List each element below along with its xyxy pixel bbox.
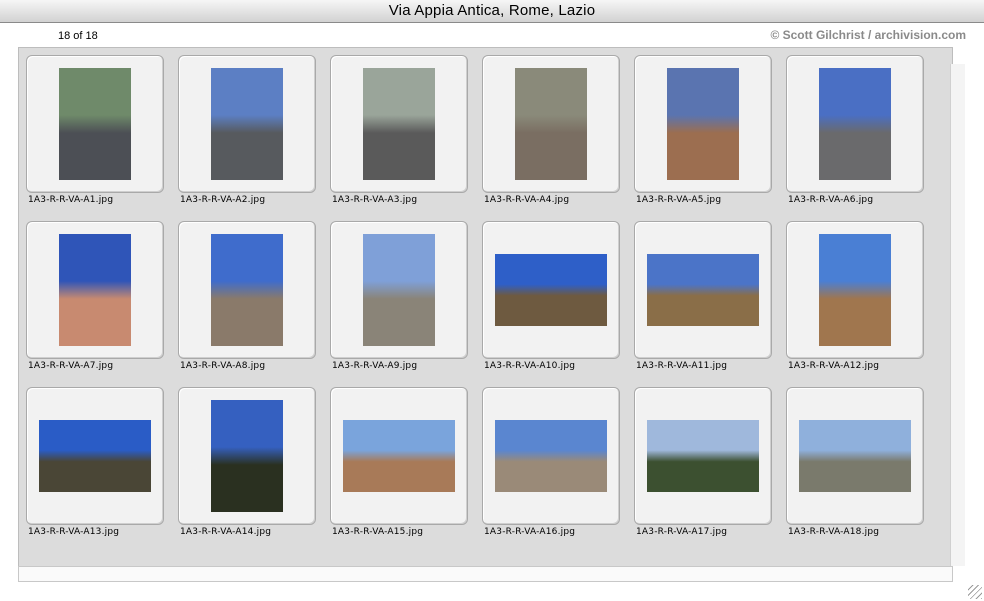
photo-thumbnail[interactable] (819, 234, 891, 346)
slide-frame[interactable] (634, 55, 772, 193)
thumbnail-item[interactable]: 1A3-R-R-VA-A8.jpg (178, 221, 318, 381)
slide-frame[interactable] (26, 387, 164, 525)
file-name-label: 1A3-R-R-VA-A6.jpg (788, 195, 874, 205)
photo-thumbnail[interactable] (819, 68, 891, 180)
thumbnail-item[interactable]: 1A3-R-R-VA-A16.jpg (482, 387, 622, 547)
slide-frame[interactable] (26, 221, 164, 359)
thumbnail-item[interactable]: 1A3-R-R-VA-A18.jpg (786, 387, 926, 547)
thumbnail-item[interactable]: 1A3-R-R-VA-A17.jpg (634, 387, 774, 547)
file-name-label: 1A3-R-R-VA-A4.jpg (484, 195, 570, 205)
slide-frame[interactable] (330, 221, 468, 359)
thumbnail-item[interactable]: 1A3-R-R-VA-A11.jpg (634, 221, 774, 381)
photo-thumbnail[interactable] (799, 420, 911, 492)
photo-thumbnail[interactable] (363, 68, 435, 180)
photo-thumbnail[interactable] (39, 420, 151, 492)
window-title: Via Appia Antica, Rome, Lazio (388, 2, 596, 19)
photo-thumbnail[interactable] (495, 420, 607, 492)
slide-frame[interactable] (634, 387, 772, 525)
slide-frame[interactable] (482, 221, 620, 359)
photo-thumbnail[interactable] (667, 68, 739, 180)
thumbnail-item[interactable]: 1A3-R-R-VA-A4.jpg (482, 55, 622, 215)
slide-frame[interactable] (786, 55, 924, 193)
slide-frame[interactable] (26, 55, 164, 193)
photo-thumbnail[interactable] (59, 234, 131, 346)
file-name-label: 1A3-R-R-VA-A8.jpg (180, 361, 266, 371)
thumbnail-item[interactable]: 1A3-R-R-VA-A2.jpg (178, 55, 318, 215)
thumbnail-item[interactable]: 1A3-R-R-VA-A14.jpg (178, 387, 318, 547)
file-name-label: 1A3-R-R-VA-A15.jpg (332, 527, 424, 537)
info-bar: 18 of 18 © Scott Gilchrist / archivision… (0, 23, 984, 47)
thumbnail-item[interactable]: 1A3-R-R-VA-A5.jpg (634, 55, 774, 215)
thumbnail-item[interactable]: 1A3-R-R-VA-A3.jpg (330, 55, 470, 215)
slide-frame[interactable] (178, 55, 316, 193)
slide-frame[interactable] (178, 221, 316, 359)
file-name-label: 1A3-R-R-VA-A7.jpg (28, 361, 114, 371)
photo-thumbnail[interactable] (647, 420, 759, 492)
photo-thumbnail[interactable] (59, 68, 131, 180)
file-name-label: 1A3-R-R-VA-A16.jpg (484, 527, 576, 537)
thumbnail-item[interactable]: 1A3-R-R-VA-A13.jpg (26, 387, 166, 547)
file-name-label: 1A3-R-R-VA-A10.jpg (484, 361, 576, 371)
file-name-label: 1A3-R-R-VA-A14.jpg (180, 527, 272, 537)
slide-frame[interactable] (330, 55, 468, 193)
slide-frame[interactable] (178, 387, 316, 525)
thumbnail-item[interactable]: 1A3-R-R-VA-A7.jpg (26, 221, 166, 381)
thumbnail-item[interactable]: 1A3-R-R-VA-A15.jpg (330, 387, 470, 547)
slide-frame[interactable] (482, 387, 620, 525)
copyright-credit: © Scott Gilchrist / archivision.com (770, 28, 966, 42)
photo-thumbnail[interactable] (495, 254, 607, 326)
file-name-label: 1A3-R-R-VA-A1.jpg (28, 195, 114, 205)
file-name-label: 1A3-R-R-VA-A9.jpg (332, 361, 418, 371)
photo-thumbnail[interactable] (211, 68, 283, 180)
vertical-scrollbar[interactable] (950, 64, 965, 566)
file-name-label: 1A3-R-R-VA-A5.jpg (636, 195, 722, 205)
slide-frame[interactable] (482, 55, 620, 193)
file-name-label: 1A3-R-R-VA-A13.jpg (28, 527, 120, 537)
thumbnail-item[interactable]: 1A3-R-R-VA-A10.jpg (482, 221, 622, 381)
slide-frame[interactable] (634, 221, 772, 359)
thumbnail-grid: 1A3-R-R-VA-A1.jpg 1A3-R-R-VA-A2.jpg 1A3-R-… (18, 47, 953, 567)
thumbnail-item[interactable]: 1A3-R-R-VA-A9.jpg (330, 221, 470, 381)
slide-frame[interactable] (786, 221, 924, 359)
title-bar[interactable]: Via Appia Antica, Rome, Lazio (0, 0, 984, 23)
file-name-label: 1A3-R-R-VA-A12.jpg (788, 361, 880, 371)
slide-frame[interactable] (330, 387, 468, 525)
horizontal-scrollbar[interactable] (18, 566, 953, 582)
photo-thumbnail[interactable] (343, 420, 455, 492)
file-name-label: 1A3-R-R-VA-A17.jpg (636, 527, 728, 537)
file-name-label: 1A3-R-R-VA-A3.jpg (332, 195, 418, 205)
photo-thumbnail[interactable] (363, 234, 435, 346)
file-name-label: 1A3-R-R-VA-A18.jpg (788, 527, 880, 537)
thumbnail-item[interactable]: 1A3-R-R-VA-A12.jpg (786, 221, 926, 381)
photo-thumbnail[interactable] (211, 234, 283, 346)
slide-frame[interactable] (786, 387, 924, 525)
resize-grip-icon[interactable] (968, 585, 982, 599)
file-name-label: 1A3-R-R-VA-A2.jpg (180, 195, 266, 205)
image-count: 18 of 18 (58, 30, 98, 42)
thumbnail-item[interactable]: 1A3-R-R-VA-A6.jpg (786, 55, 926, 215)
photo-thumbnail[interactable] (515, 68, 587, 180)
thumbnail-item[interactable]: 1A3-R-R-VA-A1.jpg (26, 55, 166, 215)
photo-thumbnail[interactable] (647, 254, 759, 326)
photo-thumbnail[interactable] (211, 400, 283, 512)
file-name-label: 1A3-R-R-VA-A11.jpg (636, 361, 728, 371)
